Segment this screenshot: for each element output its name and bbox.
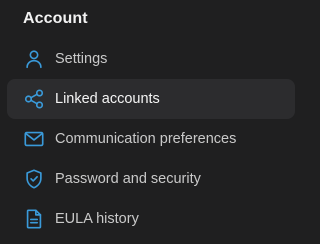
nav-item-settings[interactable]: Settings	[7, 39, 295, 79]
envelope-icon	[23, 128, 45, 150]
nav-item-label: Linked accounts	[55, 91, 160, 107]
section-title: Account	[23, 10, 88, 27]
person-icon	[23, 48, 45, 70]
shield-check-icon	[23, 168, 45, 190]
nav-item-label: Communication preferences	[55, 131, 237, 147]
account-nav: Settings Linked accounts Communication p…	[7, 39, 295, 239]
nav-item-linked-accounts[interactable]: Linked accounts	[7, 79, 295, 119]
nav-item-label: Password and security	[55, 171, 201, 187]
share-nodes-icon	[23, 88, 45, 110]
document-icon	[23, 208, 45, 230]
nav-item-label: Settings	[55, 51, 108, 67]
nav-item-eula-history[interactable]: EULA history	[7, 199, 295, 239]
nav-item-password-and-security[interactable]: Password and security	[7, 159, 295, 199]
account-sidebar: Account Settings Linked accounts Communi…	[0, 0, 304, 244]
nav-item-communication-preferences[interactable]: Communication preferences	[7, 119, 295, 159]
nav-item-label: EULA history	[55, 211, 139, 227]
